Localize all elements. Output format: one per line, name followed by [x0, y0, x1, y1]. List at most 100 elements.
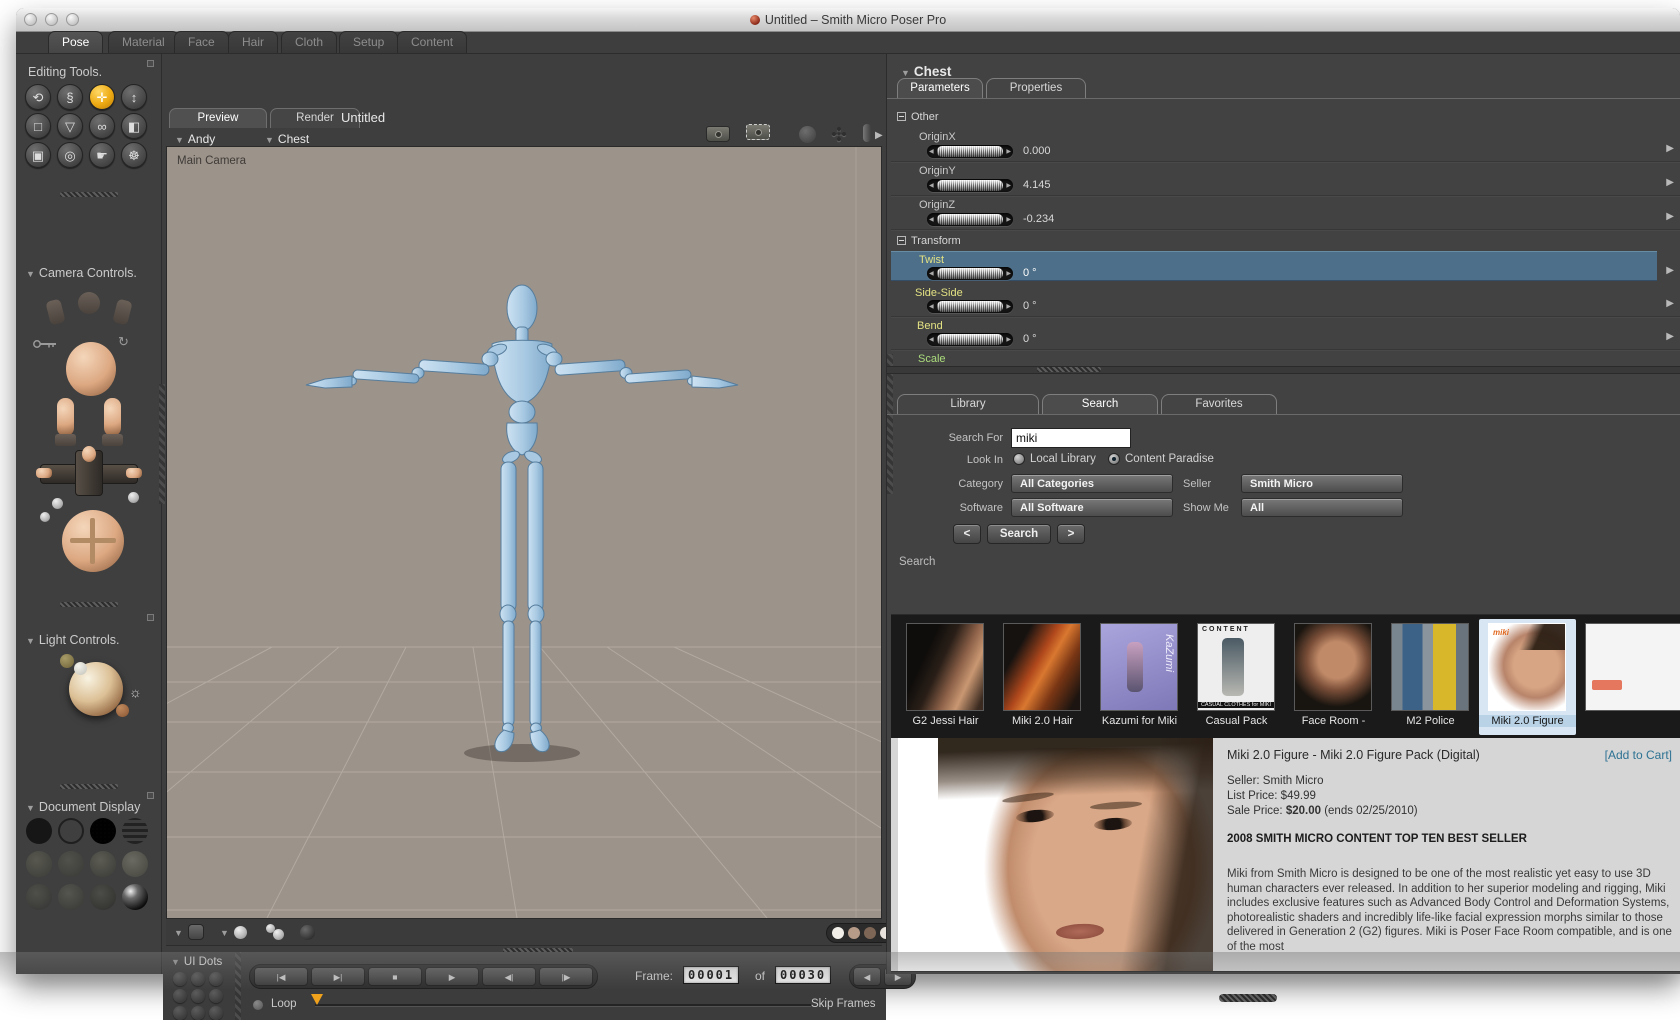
- result-thumbnail[interactable]: KaZumi: [1100, 623, 1178, 711]
- view-magnifier-tool-icon[interactable]: ◎: [57, 142, 83, 168]
- display-smooth-shaded-icon[interactable]: [26, 884, 52, 910]
- sidebar-divider-2[interactable]: [60, 602, 118, 607]
- panel-splitter[interactable]: [887, 366, 1680, 374]
- column-resize-gutter-left[interactable]: [159, 384, 165, 504]
- param-value[interactable]: 0 °: [1023, 333, 1037, 345]
- tab-hair[interactable]: Hair: [228, 31, 279, 53]
- color-tool-icon[interactable]: ◧: [121, 113, 147, 139]
- param-menu-arrow[interactable]: ▶: [1666, 211, 1674, 222]
- side-side-dial[interactable]: [927, 300, 1013, 313]
- tab-cloth[interactable]: Cloth: [281, 31, 338, 53]
- light-dot-3[interactable]: [116, 704, 129, 717]
- ui-dot[interactable]: [191, 989, 205, 1003]
- docdisplay-collapse-icon[interactable]: [147, 792, 154, 799]
- ui-dot[interactable]: [209, 1006, 223, 1020]
- group-other[interactable]: Other: [897, 111, 939, 123]
- bend-dial[interactable]: [927, 333, 1013, 346]
- tab-search[interactable]: Search: [1042, 394, 1158, 414]
- display-silhouette-icon[interactable]: [26, 818, 52, 844]
- display-flat-lined-icon[interactable]: [90, 851, 116, 877]
- grouping-tool-icon[interactable]: ▣: [25, 142, 51, 168]
- result-thumbnail[interactable]: CONTENT CASUAL CLOTHES for MIKI: [1197, 623, 1275, 711]
- show-me-dropdown[interactable]: All: [1241, 498, 1403, 517]
- category-dropdown[interactable]: All Categories: [1011, 474, 1173, 493]
- result-thumbnail[interactable]: [1294, 623, 1372, 711]
- current-frame-counter[interactable]: 00001: [683, 966, 740, 984]
- depth-cue-menu-icon[interactable]: ▼: [174, 928, 183, 938]
- document-display-title[interactable]: ▼ Document Display: [26, 800, 140, 814]
- tracking-ball-icon[interactable]: [234, 926, 247, 939]
- search-input[interactable]: miki: [1011, 428, 1131, 448]
- dolly-icon[interactable]: [863, 124, 871, 142]
- column-resize-gutter-right[interactable]: [887, 354, 893, 494]
- light-dot-1[interactable]: [60, 654, 74, 668]
- param-value[interactable]: 0 °: [1023, 267, 1037, 279]
- camera-dot-3[interactable]: [40, 512, 50, 522]
- param-label[interactable]: OriginZ: [919, 199, 955, 211]
- shadow-ball-icon[interactable]: [300, 925, 315, 940]
- ui-dot[interactable]: [209, 989, 223, 1003]
- tab-properties[interactable]: Properties: [986, 78, 1086, 98]
- search-button[interactable]: Search: [987, 524, 1051, 544]
- originz-dial[interactable]: [927, 213, 1013, 226]
- body-part-menu[interactable]: ▼ Chest: [265, 132, 309, 146]
- tab-face[interactable]: Face: [174, 31, 229, 53]
- param-label[interactable]: Bend: [917, 320, 943, 332]
- param-label[interactable]: OriginX: [919, 131, 956, 143]
- animation-key-icon[interactable]: [32, 338, 58, 350]
- tab-pose[interactable]: Pose: [48, 31, 104, 53]
- display-texture-shaded-icon[interactable]: [90, 884, 116, 910]
- rotate-tool-icon[interactable]: ⟲: [25, 84, 51, 110]
- result-thumbnail[interactable]: [1003, 623, 1081, 711]
- camera-left-hand-icon[interactable]: [45, 298, 66, 326]
- result-thumbnail[interactable]: [1391, 623, 1469, 711]
- result-thumbnail[interactable]: miki: [1488, 623, 1566, 711]
- content-paradise-radio-label[interactable]: Content Paradise: [1125, 453, 1214, 465]
- tab-material[interactable]: Material: [108, 31, 179, 53]
- camera-preset-icon[interactable]: [706, 126, 730, 142]
- pane-dot-1[interactable]: [832, 927, 844, 939]
- step-forward-button[interactable]: |▶: [539, 967, 593, 986]
- total-frames-counter[interactable]: 00030: [775, 966, 832, 984]
- result-item[interactable]: Face Room -: [1285, 619, 1382, 735]
- editing-tools-collapse-icon[interactable]: [147, 60, 154, 67]
- step-back-button[interactable]: ◀|: [482, 967, 536, 986]
- trackball-mini-icon[interactable]: [799, 126, 816, 143]
- light-collapse-icon[interactable]: [147, 614, 154, 621]
- ui-dot[interactable]: [191, 1006, 205, 1020]
- param-menu-arrow[interactable]: ▶: [1666, 331, 1674, 342]
- morph-tool-icon[interactable]: ☛: [89, 142, 115, 168]
- loop-toggle[interactable]: [253, 1000, 263, 1010]
- scale-tool-icon[interactable]: □: [25, 113, 51, 139]
- add-to-cart-link[interactable]: [Add to Cart]: [1605, 748, 1672, 762]
- param-value[interactable]: -0.234: [1023, 213, 1054, 225]
- param-label-twist[interactable]: Twist: [919, 254, 944, 266]
- title-bar[interactable]: Untitled – Smith Micro Poser Pro: [16, 8, 1680, 32]
- tab-preview[interactable]: Preview: [169, 108, 267, 128]
- ui-dots-title[interactable]: ▼ UI Dots: [171, 956, 222, 968]
- skip-frames-label[interactable]: Skip Frames: [811, 998, 876, 1010]
- display-lit-wireframe-icon[interactable]: [26, 851, 52, 877]
- local-library-radio[interactable]: [1013, 453, 1025, 465]
- camera-dot-2[interactable]: [128, 492, 139, 503]
- result-item[interactable]: G2 Jessi Hair: [897, 619, 994, 735]
- param-menu-arrow[interactable]: ▶: [1666, 265, 1674, 276]
- camera-name-label[interactable]: Main Camera: [177, 155, 246, 167]
- camera-trackball[interactable]: [62, 510, 124, 572]
- prev-key-button[interactable]: ◀: [853, 967, 881, 986]
- camera-right-hand-icon[interactable]: [112, 298, 133, 326]
- twist-dial[interactable]: [927, 267, 1013, 280]
- multi-ball-icon-2[interactable]: [273, 929, 284, 940]
- camera-select-icon[interactable]: [746, 124, 770, 140]
- result-item[interactable]: CONTENT CASUAL CLOTHES for MIKI Casual P…: [1188, 619, 1285, 735]
- param-label[interactable]: Side-Side: [915, 287, 963, 299]
- play-button[interactable]: ▶: [425, 967, 479, 986]
- result-item-selected[interactable]: miki Miki 2.0 Figure: [1479, 619, 1576, 735]
- param-menu-arrow[interactable]: ▶: [1666, 298, 1674, 309]
- group-transform[interactable]: Transform: [897, 235, 961, 247]
- originy-dial[interactable]: [927, 179, 1013, 192]
- param-value[interactable]: 4.145: [1023, 179, 1051, 191]
- sidebar-divider-3[interactable]: [60, 784, 118, 789]
- next-results-button[interactable]: >: [1057, 524, 1085, 544]
- twist-tool-icon[interactable]: §: [57, 84, 83, 110]
